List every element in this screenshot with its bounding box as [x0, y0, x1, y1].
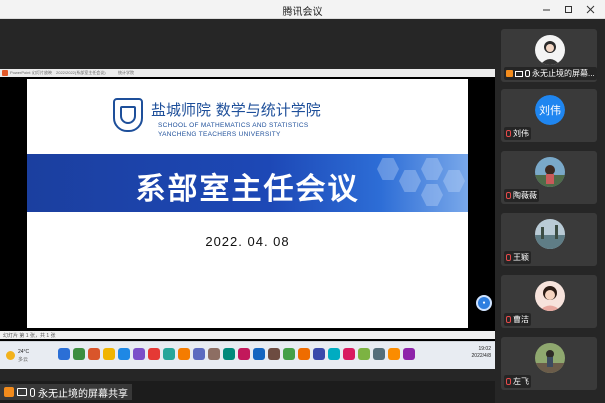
shared-screen-area: PowerPoint 幻灯片放映 2022/2022(系部室主任会议) 统计学院…	[0, 19, 495, 381]
taskbar-app-icon[interactable]	[313, 348, 325, 360]
microphone-muted-icon	[506, 378, 511, 385]
app-tab: 统计学院	[118, 70, 134, 75]
presenter-app-bar: PowerPoint 幻灯片放映 2022/2022(系部室主任会议) 统计学院	[0, 69, 495, 77]
participant-name: 永无止境的屏幕...	[532, 69, 595, 78]
taskbar-app-icon[interactable]	[118, 348, 130, 360]
host-badge-icon	[506, 70, 513, 77]
microphone-muted-icon	[506, 254, 511, 261]
taskbar-app-icon[interactable]	[283, 348, 295, 360]
taskbar-app-icon[interactable]	[268, 348, 280, 360]
microphone-muted-icon	[506, 130, 511, 137]
weather-widget[interactable]: 24°C 多云	[6, 348, 46, 364]
taskbar-app-icon[interactable]	[223, 348, 235, 360]
microphone-muted-icon	[506, 192, 511, 199]
taskbar-app-icon[interactable]	[58, 348, 70, 360]
taskbar-app-icon[interactable]	[388, 348, 400, 360]
participant-name-tag: 曹洁	[504, 313, 531, 326]
microphone-muted-icon	[506, 316, 511, 323]
taskbar-app-icon[interactable]	[88, 348, 100, 360]
participant-name: 刘伟	[513, 129, 529, 138]
slide-banner: 系部室主任会议	[27, 154, 468, 212]
avatar-initials: 刘伟	[535, 95, 565, 125]
slide-title: 系部室主任会议	[135, 172, 360, 207]
taskbar-app-icon[interactable]	[178, 348, 190, 360]
windows-taskbar: 24°C 多云 19:02 2022/4/8	[0, 341, 495, 369]
sharer-name: 永无止境的屏幕共享	[38, 388, 128, 400]
avatar	[535, 35, 565, 65]
slide-date: 2022. 04. 08	[205, 234, 290, 249]
taskbar-app-icon[interactable]	[343, 348, 355, 360]
sun-icon	[6, 351, 15, 360]
app-tab: 2022/2022(系部室主任会议)	[56, 70, 106, 75]
taskbar-app-icon[interactable]	[208, 348, 220, 360]
avatar	[535, 343, 565, 373]
avatar	[535, 219, 565, 249]
taskbar-app-icon[interactable]	[403, 348, 415, 360]
window-controls	[535, 2, 601, 17]
taskbar-app-icon[interactable]	[163, 348, 175, 360]
participant-name: 左飞	[513, 377, 529, 386]
taskbar-app-icon[interactable]	[193, 348, 205, 360]
participant-name-tag: 陶薇薇	[504, 189, 539, 202]
participant-tile[interactable]: 永无止境的屏幕...	[501, 29, 597, 82]
participant-name: 王颖	[513, 253, 529, 262]
avatar	[535, 281, 565, 311]
app-tab: PowerPoint	[10, 70, 31, 75]
presentation-slide: 盐城师院 数学与统计学院 SCHOOL OF MATHEMATICS AND S…	[27, 79, 468, 328]
microphone-icon	[30, 387, 35, 397]
school-name: 盐城师院 数学与统计学院	[151, 101, 321, 119]
participant-name-tag: 王颖	[504, 251, 531, 264]
taskbar-app-icon[interactable]	[103, 348, 115, 360]
weather-condition: 多云	[18, 357, 29, 363]
participant-tile[interactable]: 曹洁	[501, 275, 597, 328]
participant-tile[interactable]: 陶薇薇	[501, 151, 597, 204]
participant-tile[interactable]: 左飞	[501, 337, 597, 390]
participant-name-tag: 左飞	[504, 375, 531, 388]
participant-name: 陶薇薇	[513, 191, 537, 200]
screen-share-icon	[17, 388, 27, 396]
window-title: 腾讯会议	[282, 7, 323, 18]
microphone-icon	[525, 70, 530, 77]
presenter-status-bar: 幻灯片 第 1 张，共 1 张	[0, 331, 495, 339]
app-tab: 幻灯片放映	[32, 70, 52, 75]
school-name-en: SCHOOL OF MATHEMATICS AND STATISTICS	[158, 122, 309, 129]
system-clock: 19:02 2022/4/8	[472, 346, 491, 360]
shared-screen: PowerPoint 幻灯片放映 2022/2022(系部室主任会议) 统计学院…	[0, 69, 495, 369]
title-bar: 腾讯会议	[0, 0, 605, 19]
floating-assistant-icon[interactable]: ●	[476, 295, 492, 311]
participant-name: 曹洁	[513, 315, 529, 324]
avatar	[535, 157, 565, 187]
clock-time: 19:02	[478, 346, 491, 352]
taskbar-app-icon[interactable]	[253, 348, 265, 360]
maximize-icon[interactable]	[557, 2, 579, 17]
taskbar-app-icon[interactable]	[148, 348, 160, 360]
taskbar-app-icon[interactable]	[238, 348, 250, 360]
close-icon[interactable]	[579, 2, 601, 17]
clock-date: 2022/4/8	[471, 353, 491, 359]
participant-tile[interactable]: 刘伟 刘伟	[501, 89, 597, 142]
sharer-label: 永无止境的屏幕共享	[0, 384, 132, 400]
taskbar-app-icon[interactable]	[298, 348, 310, 360]
host-badge-icon	[4, 387, 14, 397]
minimize-icon[interactable]	[535, 2, 557, 17]
powerpoint-icon	[2, 70, 8, 76]
participant-list: 永无止境的屏幕... 刘伟 刘伟 陶薇薇 王颖 曹洁 左飞	[495, 19, 605, 403]
taskbar-app-icon[interactable]	[133, 348, 145, 360]
meeting-window: 腾讯会议 PowerPoint 幻灯片放映 2022/2022(系部室主任会议)…	[0, 0, 605, 403]
participant-tile[interactable]: 王颖	[501, 213, 597, 266]
school-seal-icon	[113, 98, 143, 132]
university-name-en: YANCHENG TEACHERS UNIVERSITY	[158, 131, 281, 138]
taskbar-apps	[58, 348, 415, 360]
taskbar-app-icon[interactable]	[358, 348, 370, 360]
participant-name-tag: 刘伟	[504, 127, 531, 140]
slide-counter: 幻灯片 第 1 张，共 1 张	[3, 333, 56, 339]
taskbar-app-icon[interactable]	[328, 348, 340, 360]
avatar: 刘伟	[535, 95, 565, 125]
screen-share-icon	[515, 70, 523, 77]
taskbar-app-icon[interactable]	[373, 348, 385, 360]
taskbar-app-icon[interactable]	[73, 348, 85, 360]
participant-name-tag: 永无止境的屏幕...	[504, 67, 597, 80]
weather-temp: 24°C	[18, 349, 30, 355]
